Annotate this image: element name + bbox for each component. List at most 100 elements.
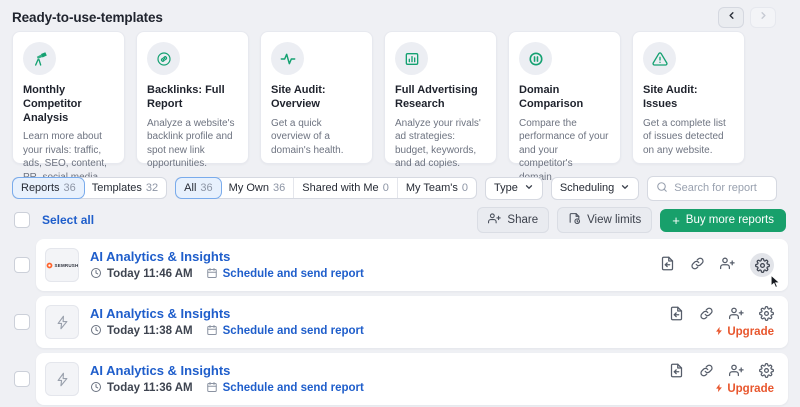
upgrade-link[interactable]: Upgrade [714,383,774,396]
view-limits-button[interactable]: View limits [557,207,652,233]
report-search [647,176,777,201]
report-row: AI Analytics & Insights Today 11:38 AM S… [12,296,788,348]
alert-triangle-icon [643,42,676,75]
domain-comparison-icon [519,42,552,75]
gear-button-hovered[interactable] [750,253,774,277]
view-limits-label: View limits [587,214,641,226]
chevron-left-icon [726,10,737,24]
share-user-icon[interactable] [729,363,744,381]
template-title: Backlinks: Full Report [147,84,238,112]
upgrade-bolt-icon [714,326,724,339]
chevron-right-icon [758,10,769,24]
report-modified-time: Today 11:38 AM [107,325,193,337]
calendar-icon [206,381,218,396]
report-card[interactable]: AI Analytics & Insights Today 11:38 AM S… [36,296,788,348]
row-checkbox[interactable] [14,314,30,330]
list-toolbar: Select all Share View limits + Buy more … [12,208,788,232]
export-file-icon[interactable] [669,363,684,381]
carousel-prev-button[interactable] [718,7,744,28]
template-title: Full Advertising Research [395,84,486,112]
tab-my-teams[interactable]: My Team's 0 [398,178,476,198]
export-file-icon[interactable] [660,256,675,274]
gear-icon[interactable] [759,306,774,324]
share-button[interactable]: Share [477,207,549,233]
reports-list: SEMRUSH AI Analytics & Insights Today 11… [12,239,788,405]
template-card-full-advertising-research[interactable]: Full Advertising Research Analyze your r… [384,31,497,164]
calendar-icon [206,324,218,339]
report-thumbnail-bolt [45,305,79,339]
tab-all[interactable]: All 36 [176,178,220,198]
telescope-icon [23,42,56,75]
link-icon[interactable] [699,306,714,324]
ad-bar-chart-icon [395,42,428,75]
tab-reports[interactable]: Reports 36 [13,178,84,198]
calendar-icon [206,267,218,282]
export-file-icon[interactable] [669,306,684,324]
template-title: Domain Comparison [519,84,610,112]
template-card-domain-comparison[interactable]: Domain Comparison Compare the performanc… [508,31,621,164]
template-description: Analyze your rivals' ad strategies: budg… [395,117,486,171]
my-reports-page: Ready-to-use-templates Monthly Competito… [0,0,800,405]
upgrade-bolt-icon [714,383,724,396]
select-all-link[interactable]: Select all [42,213,94,227]
template-card-site-audit-overview[interactable]: Site Audit: Overview Get a quick overvie… [260,31,373,164]
tab-templates[interactable]: Templates 32 [84,178,166,198]
carousel-next-button[interactable] [750,7,776,28]
buy-more-label: Buy more reports [686,214,774,226]
report-thumbnail-semrush: SEMRUSH [45,248,79,282]
link-icon[interactable] [699,363,714,381]
link-icon[interactable] [690,256,705,274]
tab-my-own[interactable]: My Own 36 [221,178,295,198]
report-title[interactable]: AI Analytics & Insights [90,306,364,321]
type-dropdown[interactable]: Type [485,177,543,200]
schedule-send-link[interactable]: Schedule and send report [223,382,364,394]
template-card-backlinks-full-report[interactable]: Backlinks: Full Report Analyze a website… [136,31,249,164]
buy-more-reports-button[interactable]: + Buy more reports [660,209,786,232]
tab-count: 36 [273,182,285,194]
report-title[interactable]: AI Analytics & Insights [90,249,364,264]
template-description: Analyze a website's backlink profile and… [147,117,238,171]
upgrade-link[interactable]: Upgrade [714,326,774,339]
tab-count: 0 [462,182,468,194]
share-user-icon[interactable] [729,306,744,324]
schedule-send-link[interactable]: Schedule and send report [223,268,364,280]
share-user-icon[interactable] [720,256,735,274]
report-title[interactable]: AI Analytics & Insights [90,363,364,378]
share-label: Share [507,214,538,226]
row-checkbox[interactable] [14,257,30,273]
pulse-icon [271,42,304,75]
tab-label: All [184,182,196,194]
search-input[interactable] [674,182,768,194]
dropdown-label: Scheduling [560,182,614,194]
tab-shared-with-me[interactable]: Shared with Me 0 [294,178,398,198]
upgrade-label: Upgrade [727,383,774,395]
template-card-monthly-competitor-analysis[interactable]: Monthly Competitor Analysis Learn more a… [12,31,125,164]
select-all-checkbox[interactable] [14,212,30,228]
mouse-cursor [768,274,782,288]
gear-icon[interactable] [759,363,774,381]
tab-label: Reports [21,182,60,194]
gear-icon [755,258,770,273]
tab-count: 36 [64,182,76,194]
history-clock-icon [90,381,102,396]
tab-count: 36 [200,182,212,194]
scheduling-dropdown[interactable]: Scheduling [551,177,639,200]
template-card-site-audit-issues[interactable]: Site Audit: Issues Get a complete list o… [632,31,745,164]
history-clock-icon [90,267,102,282]
upgrade-label: Upgrade [727,326,774,338]
tab-label: My Team's [406,182,458,194]
tab-label: My Own [229,182,269,194]
schedule-send-link[interactable]: Schedule and send report [223,325,364,337]
report-modified-time: Today 11:36 AM [107,382,193,394]
report-card[interactable]: SEMRUSH AI Analytics & Insights Today 11… [36,239,788,291]
filters-bar: Reports 36 Templates 32 All 36 My Own 36… [12,176,788,200]
report-row: SEMRUSH AI Analytics & Insights Today 11… [12,239,788,291]
dropdown-label: Type [494,182,518,194]
row-checkbox[interactable] [14,371,30,387]
report-modified-time: Today 11:46 AM [107,268,193,280]
template-title: Site Audit: Issues [643,84,734,112]
report-thumbnail-bolt [45,362,79,396]
page-title: Ready-to-use-templates [12,10,163,25]
report-card[interactable]: AI Analytics & Insights Today 11:36 AM S… [36,353,788,405]
tab-label: Templates [92,182,142,194]
